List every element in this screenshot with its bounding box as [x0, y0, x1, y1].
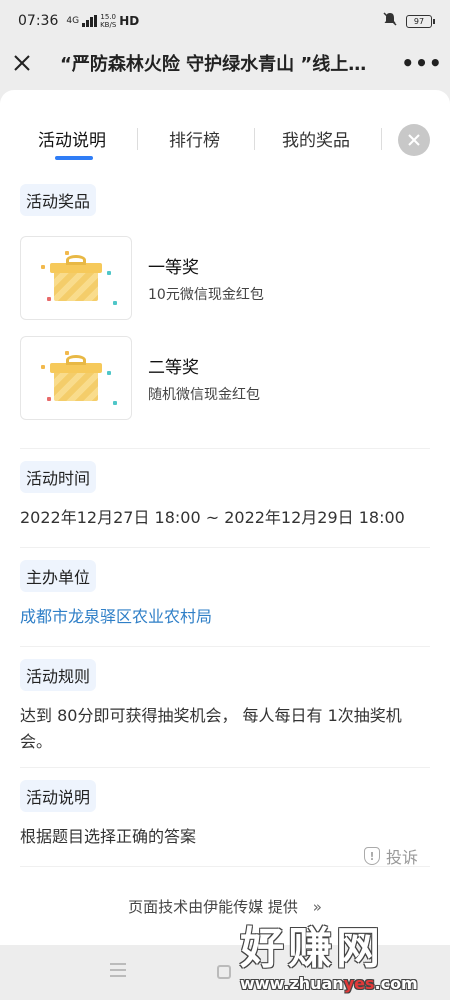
mute-icon	[382, 11, 398, 31]
tab-bar: 活动说明 排行榜 我的奖品	[0, 90, 450, 168]
prize-item: 一等奖 10元微信现金红包	[20, 228, 430, 328]
tab-leaderboard[interactable]: 排行榜	[169, 126, 220, 151]
status-time: 07:36	[18, 13, 59, 29]
signal-icon	[82, 15, 98, 27]
menu-icon[interactable]	[110, 963, 126, 977]
tab-activity-info[interactable]: 活动说明	[38, 126, 106, 151]
battery-icon: 97	[406, 14, 435, 28]
rules-section: 活动规则 达到 80分即可获得抽奖机会， 每人每日有 1次抽奖机会。	[20, 647, 430, 768]
home-icon[interactable]	[217, 965, 231, 979]
activity-content: 活动奖品 一等奖 10元微信现金红包 二等奖 随机微信现金红包 活动时间 202…	[0, 168, 450, 867]
tech-provider-link[interactable]: 页面技术由伊能传媒 提供 »	[0, 896, 450, 917]
shield-alert-icon: !	[363, 847, 380, 865]
gift-icon	[20, 336, 132, 420]
status-right: 97	[382, 11, 435, 31]
close-circle-icon[interactable]	[398, 124, 430, 156]
tab-divider	[381, 128, 382, 150]
section-heading: 活动时间	[20, 461, 97, 493]
active-tab-indicator	[55, 156, 93, 160]
network-type: 4G	[66, 15, 80, 26]
tab-my-prizes[interactable]: 我的奖品	[282, 126, 350, 151]
prizes-section: 活动奖品 一等奖 10元微信现金红包 二等奖 随机微信现金红包	[20, 168, 430, 449]
rules-text: 达到 80分即可获得抽奖机会， 每人每日有 1次抽奖机会。	[20, 706, 402, 751]
prize-item: 二等奖 随机微信现金红包	[20, 328, 430, 428]
section-heading: 活动规则	[20, 659, 97, 691]
organizer-section: 主办单位 成都市龙泉驿区农业农村局	[20, 548, 430, 647]
network-speed-value: 15.0	[100, 13, 116, 21]
section-heading: 活动奖品	[20, 184, 97, 216]
organizer-link[interactable]: 成都市龙泉驿区农业农村局	[20, 604, 430, 630]
tab-divider	[254, 128, 255, 150]
prize-text: 二等奖 随机微信现金红包	[148, 353, 260, 404]
status-left: 07:36 4G 15.0 KB/S HD	[18, 13, 139, 29]
activity-panel: 活动说明 排行榜 我的奖品 活动奖品 一等奖 10元微信现金红包 二等奖 随机微…	[0, 90, 450, 945]
battery-level: 97	[413, 16, 425, 26]
close-icon[interactable]	[0, 42, 44, 84]
prize-name: 一等奖	[148, 257, 199, 278]
prize-text: 一等奖 10元微信现金红包	[148, 253, 264, 304]
chevron-right-icon: »	[312, 898, 322, 916]
tab-divider	[137, 128, 138, 150]
nav-bar: “严防森林火险 守护绿水青山 ”线上… •••	[0, 42, 450, 84]
footer-label: 页面技术由伊能传媒 提供	[128, 898, 298, 916]
prize-name: 二等奖	[148, 357, 199, 378]
network-indicator: 4G 15.0 KB/S HD	[66, 13, 139, 29]
more-menu-button[interactable]: •••	[394, 42, 450, 84]
system-nav-bar	[0, 945, 450, 1000]
prize-desc: 随机微信现金红包	[148, 386, 260, 403]
page-title: “严防森林火险 守护绿水青山 ”线上…	[60, 54, 367, 75]
activity-time: 2022年12月27日 18:00 ~ 2022年12月29日 18:00	[20, 508, 405, 527]
gift-icon	[20, 236, 132, 320]
network-speed-unit: KB/S	[100, 21, 117, 29]
hd-badge: HD	[119, 13, 140, 28]
section-heading: 主办单位	[20, 560, 97, 592]
report-button[interactable]: ! 投诉	[363, 844, 418, 868]
section-heading: 活动说明	[20, 780, 97, 812]
status-bar: 07:36 4G 15.0 KB/S HD 97	[0, 0, 450, 42]
prize-desc: 10元微信现金红包	[148, 286, 264, 303]
time-section: 活动时间 2022年12月27日 18:00 ~ 2022年12月29日 18:…	[20, 449, 430, 548]
report-label: 投诉	[385, 848, 418, 867]
network-speed: 15.0 KB/S	[100, 13, 116, 29]
